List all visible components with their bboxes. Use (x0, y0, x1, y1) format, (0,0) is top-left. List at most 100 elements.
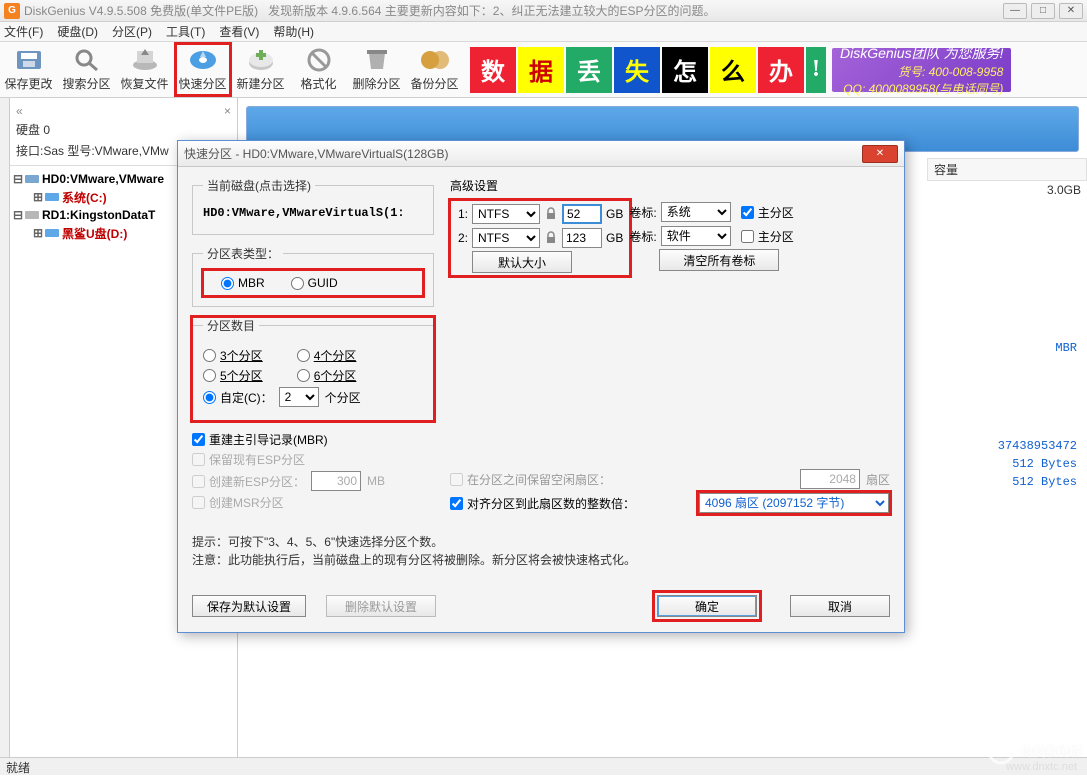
radio-custom[interactable]: 自定(C)： (203, 389, 273, 406)
banner-sq: 么 (710, 47, 756, 93)
tb-save[interactable]: 保存更改 (0, 42, 58, 97)
status-bar: 就绪 (0, 757, 1087, 775)
close-icon[interactable]: × (224, 104, 231, 118)
menu-bar: 文件(F) 硬盘(D) 分区(P) 工具(T) 查看(V) 帮助(H) (0, 22, 1087, 42)
delete-icon (361, 47, 393, 73)
hint2: 注意：此功能执行后，当前磁盘上的现有分区将被删除。新分区将会被快速格式化。 (192, 551, 890, 569)
menu-tools[interactable]: 工具(T) (166, 23, 205, 40)
clear-labels-button[interactable]: 清空所有卷标 (659, 249, 779, 271)
close-button[interactable]: ✕ (1059, 3, 1083, 19)
align-select[interactable]: 4096 扇区 (2097152 字节) (699, 493, 889, 513)
tb-quick-partition[interactable]: 快速分区 (174, 42, 232, 97)
menu-disk[interactable]: 硬盘(D) (57, 23, 98, 40)
recover-icon (129, 47, 161, 73)
tb-delete-partition[interactable]: 删除分区 (348, 42, 406, 97)
menu-help[interactable]: 帮助(H) (273, 23, 314, 40)
tree-heisha-label: 黑鲨U盘(D:) (62, 225, 127, 242)
cancel-button[interactable]: 取消 (790, 595, 890, 617)
radio-4-partitions[interactable]: 4个分区 (297, 347, 357, 364)
maximize-button[interactable]: □ (1031, 3, 1055, 19)
lock-icon[interactable] (544, 231, 558, 245)
banner-sq: 据 (518, 47, 564, 93)
chk-primary-1[interactable]: 主分区 (741, 204, 794, 221)
tb-search[interactable]: 搜索分区 (58, 42, 116, 97)
size-input-2[interactable] (562, 228, 602, 248)
radio-5-partitions[interactable]: 5个分区 (203, 367, 263, 384)
mbr-value: MBR (927, 339, 1087, 357)
tb-save-label: 保存更改 (4, 75, 52, 92)
vol-select-2[interactable]: 软件 (661, 226, 731, 246)
ad-banner[interactable]: 数 据 丢 失 怎 么 办 ! DiskGenius团队 为您服务! 货号: 4… (464, 42, 1087, 97)
banner-contact: DiskGenius团队 为您服务! 货号: 400-008-9958 QQ: … (832, 48, 1011, 92)
ok-button[interactable]: 确定 (657, 595, 757, 617)
fs-select-1[interactable]: NTFS (472, 204, 540, 224)
banner-sq: 丢 (566, 47, 612, 93)
hint-text: 提示：可按下"3、4、5、6"快速选择分区个数。 注意：此功能执行后，当前磁盘上… (192, 527, 890, 569)
tb-format-label: 格式化 (300, 75, 336, 92)
table-type-fieldset: 分区表类型： MBR GUID (192, 245, 434, 307)
partition-row-1: 1: NTFS GB (452, 202, 628, 226)
radio-3-partitions[interactable]: 3个分区 (203, 347, 263, 364)
menu-partition[interactable]: 分区(P) (112, 23, 152, 40)
toolbar: 保存更改 搜索分区 恢复文件 快速分区 新建分区 格式化 删除分区 备份分区 数… (0, 42, 1087, 98)
current-disk-value[interactable]: HD0:VMware,VMwareVirtualS(1: (203, 202, 423, 224)
new-partition-icon (245, 47, 277, 73)
banner-line3: QQ: 4000089958(与电话同号) (843, 82, 1003, 96)
vol-label-2: 卷标: (629, 228, 656, 245)
banner-sq: 失 (614, 47, 660, 93)
tb-backup-partition[interactable]: 备份分区 (406, 42, 464, 97)
radio-mbr[interactable]: MBR (221, 276, 265, 290)
gb-label: GB (606, 207, 628, 221)
minimize-button[interactable]: — (1003, 3, 1027, 19)
tb-recover[interactable]: 恢复文件 (116, 42, 174, 97)
tree-rd1-label: RD1:KingstonDataT (42, 208, 155, 222)
tb-recover-label: 恢复文件 (120, 75, 168, 92)
gap-input (800, 469, 860, 489)
sector-count: 37438953472 (927, 437, 1087, 455)
tb-format[interactable]: 格式化 (290, 42, 348, 97)
banner-sq: 办 (758, 47, 804, 93)
fs-select-2[interactable]: NTFS (472, 228, 540, 248)
dialog-close-button[interactable]: ✕ (862, 145, 898, 163)
chk-rebuild-mbr[interactable]: 重建主引导记录(MBR) (192, 431, 328, 448)
radio-guid[interactable]: GUID (291, 276, 338, 290)
custom-suffix: 个分区 (325, 389, 361, 406)
dialog-title: 快速分区 - HD0:VMware,VMwareVirtualS(128GB) (184, 145, 449, 162)
banner-sq: 数 (470, 47, 516, 93)
tb-new-partition[interactable]: 新建分区 (232, 42, 290, 97)
gap-unit: 扇区 (866, 471, 890, 488)
tb-new-label: 新建分区 (236, 75, 284, 92)
tb-search-label: 搜索分区 (62, 75, 110, 92)
radio-6-partitions[interactable]: 6个分区 (297, 367, 357, 384)
format-icon (303, 47, 335, 73)
lock-icon[interactable] (544, 207, 558, 221)
chk-align[interactable]: 对齐分区到此扇区数的整数倍： (450, 495, 635, 512)
vol-select-1[interactable]: 系统 (661, 202, 731, 222)
hint1: 提示：可按下"3、4、5、6"快速选择分区个数。 (192, 533, 890, 551)
menu-file[interactable]: 文件(F) (4, 23, 43, 40)
custom-count-select[interactable]: 2 (279, 387, 319, 407)
banner-sq: ! (806, 47, 826, 93)
row1-num: 1: (452, 207, 468, 221)
banner-sq: 怎 (662, 47, 708, 93)
update-notice[interactable]: 发现新版本 4.9.6.564 主要更新内容如下：2、纠正无法建立较大的ESP分… (268, 2, 715, 19)
quick-partition-dialog: 快速分区 - HD0:VMware,VMwareVirtualS(128GB) … (177, 140, 905, 633)
collapse-icon[interactable]: « (16, 104, 23, 118)
advanced-fieldset: 高级设置 1: NTFS GB 2: NTFS GB 默认大小 (450, 177, 890, 517)
tree-hd0-label: HD0:VMware,VMware (42, 172, 164, 186)
bytes2: 512 Bytes (927, 473, 1087, 491)
tb-quick-label: 快速分区 (178, 75, 226, 92)
dialog-titlebar[interactable]: 快速分区 - HD0:VMware,VMwareVirtualS(128GB) … (178, 141, 904, 167)
disk-label: 硬盘 0 (16, 121, 231, 138)
save-default-button[interactable]: 保存为默认设置 (192, 595, 306, 617)
size-input-1[interactable] (562, 204, 602, 224)
chk-gap: 在分区之间保留空闲扇区： (450, 471, 611, 488)
watermark-text: 电脑系统城 (1021, 743, 1081, 760)
backup-icon (419, 47, 451, 73)
adv-legend: 高级设置 (450, 177, 890, 194)
banner-line2: 货号: 400-008-9958 (898, 65, 1003, 79)
menu-view[interactable]: 查看(V) (219, 23, 259, 40)
usb-icon (24, 208, 40, 222)
chk-primary-2[interactable]: 主分区 (741, 228, 794, 245)
default-size-button[interactable]: 默认大小 (472, 251, 572, 273)
